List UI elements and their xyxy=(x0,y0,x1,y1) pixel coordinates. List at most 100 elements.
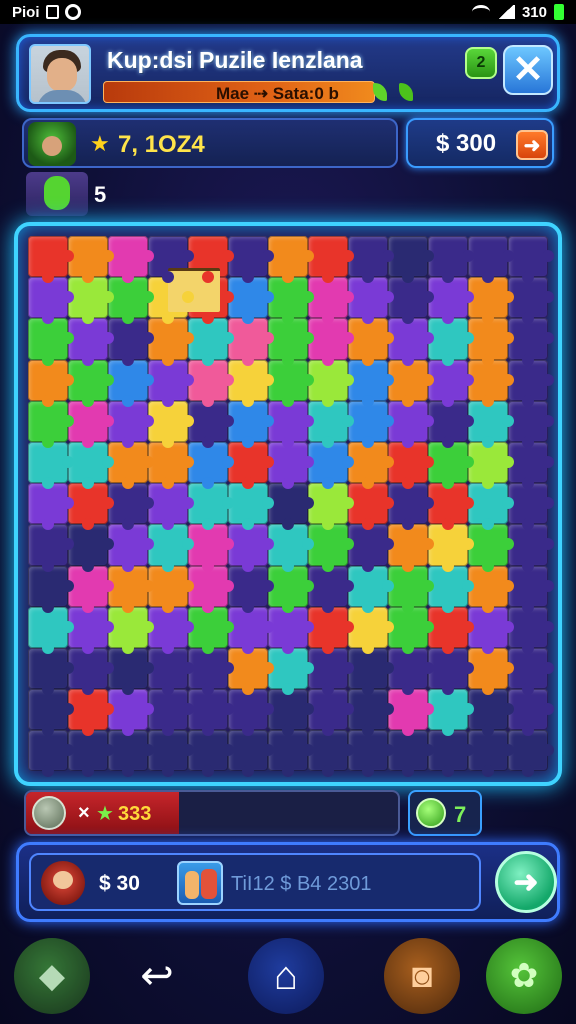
puzzle-piece[interactable] xyxy=(308,318,354,366)
puzzle-piece[interactable] xyxy=(508,647,554,696)
puzzle-piece[interactable] xyxy=(228,647,274,696)
puzzle-piece[interactable] xyxy=(68,400,114,449)
puzzle-piece[interactable] xyxy=(388,359,434,407)
puzzle-piece[interactable] xyxy=(388,647,434,696)
puzzle-piece[interactable] xyxy=(148,318,194,366)
puzzle-piece[interactable] xyxy=(308,606,354,655)
puzzle-piece[interactable] xyxy=(308,359,354,407)
puzzle-piece[interactable] xyxy=(68,318,114,366)
puzzle-piece[interactable] xyxy=(28,236,74,284)
settings-button[interactable]: ✿ xyxy=(486,938,562,1014)
puzzle-piece[interactable] xyxy=(308,524,354,572)
puzzle-piece[interactable] xyxy=(308,689,354,737)
puzzle-piece[interactable] xyxy=(468,400,514,449)
puzzle-piece[interactable] xyxy=(428,318,474,366)
puzzle-board[interactable] xyxy=(14,222,562,786)
puzzle-piece[interactable] xyxy=(348,441,394,490)
puzzle-piece[interactable] xyxy=(68,236,114,284)
home-button[interactable]: ⌂ xyxy=(248,938,324,1014)
puzzle-piece[interactable] xyxy=(468,483,514,531)
puzzle-piece[interactable] xyxy=(508,359,554,407)
go-button[interactable]: ➜ xyxy=(495,851,557,913)
puzzle-piece[interactable] xyxy=(468,647,514,696)
puzzle-piece[interactable] xyxy=(108,689,154,737)
puzzle-piece[interactable] xyxy=(68,730,114,778)
puzzle-piece[interactable] xyxy=(468,277,514,325)
puzzle-piece[interactable] xyxy=(148,400,194,449)
puzzle-piece[interactable] xyxy=(148,524,194,572)
puzzle-piece[interactable] xyxy=(388,483,434,531)
puzzle-piece[interactable] xyxy=(388,565,434,613)
puzzle-piece[interactable] xyxy=(148,730,194,778)
puzzle-piece[interactable] xyxy=(308,483,354,531)
puzzle-piece[interactable] xyxy=(148,647,194,696)
puzzle-piece[interactable] xyxy=(428,730,474,778)
puzzle-piece[interactable] xyxy=(268,236,314,284)
puzzle-piece[interactable] xyxy=(108,318,154,366)
puzzle-piece[interactable] xyxy=(388,606,434,655)
puzzle-piece[interactable] xyxy=(468,318,514,366)
puzzle-piece[interactable] xyxy=(508,277,554,325)
player-avatar[interactable] xyxy=(29,44,91,104)
puzzle-piece[interactable] xyxy=(228,565,274,613)
puzzle-piece[interactable] xyxy=(68,689,114,737)
puzzle-piece[interactable] xyxy=(268,689,314,737)
puzzle-piece[interactable] xyxy=(228,524,274,572)
puzzle-piece[interactable] xyxy=(148,606,194,655)
puzzle-piece[interactable] xyxy=(108,606,154,655)
puzzle-piece[interactable] xyxy=(68,483,114,531)
puzzle-piece[interactable] xyxy=(428,524,474,572)
puzzle-piece[interactable] xyxy=(148,483,194,531)
puzzle-piece[interactable] xyxy=(108,236,154,284)
puzzle-piece[interactable] xyxy=(188,400,234,449)
puzzle-piece[interactable] xyxy=(28,647,74,696)
close-button[interactable]: ✕ xyxy=(503,45,553,95)
puzzle-piece[interactable] xyxy=(228,689,274,737)
puzzle-piece[interactable] xyxy=(28,441,74,490)
puzzle-piece[interactable] xyxy=(188,359,234,407)
puzzle-piece[interactable] xyxy=(428,647,474,696)
puzzle-piece[interactable] xyxy=(308,400,354,449)
puzzle-piece[interactable] xyxy=(348,565,394,613)
puzzle-piece[interactable] xyxy=(388,277,434,325)
puzzle-piece[interactable] xyxy=(148,359,194,407)
puzzle-piece[interactable] xyxy=(28,689,74,737)
puzzle-piece[interactable] xyxy=(388,689,434,737)
puzzle-piece[interactable] xyxy=(68,277,114,325)
puzzle-piece[interactable] xyxy=(28,318,74,366)
puzzle-piece[interactable] xyxy=(228,730,274,778)
puzzle-piece[interactable] xyxy=(268,318,314,366)
puzzle-piece[interactable] xyxy=(308,441,354,490)
puzzle-piece[interactable] xyxy=(228,318,274,366)
puzzle-piece[interactable] xyxy=(308,647,354,696)
puzzle-piece[interactable] xyxy=(28,359,74,407)
puzzle-piece[interactable] xyxy=(228,441,274,490)
camera-button[interactable]: ◙ xyxy=(384,938,460,1014)
puzzle-piece[interactable] xyxy=(388,441,434,490)
puzzle-piece[interactable] xyxy=(188,647,234,696)
puzzle-piece[interactable] xyxy=(388,524,434,572)
puzzle-piece[interactable] xyxy=(468,359,514,407)
character-icon[interactable] xyxy=(41,861,85,905)
puzzle-piece[interactable] xyxy=(28,606,74,655)
puzzle-piece[interactable] xyxy=(268,606,314,655)
puzzle-piece[interactable] xyxy=(308,730,354,778)
puzzle-piece[interactable] xyxy=(188,730,234,778)
puzzle-piece[interactable] xyxy=(268,524,314,572)
puzzle-piece[interactable] xyxy=(68,606,114,655)
puzzle-piece[interactable] xyxy=(268,483,314,531)
puzzle-piece[interactable] xyxy=(508,689,554,737)
puzzle-piece[interactable] xyxy=(348,606,394,655)
money-panel[interactable]: $ 300 ➜ xyxy=(406,118,554,168)
puzzle-piece[interactable] xyxy=(68,441,114,490)
puzzle-piece[interactable] xyxy=(348,277,394,325)
puzzle-piece[interactable] xyxy=(428,689,474,737)
puzzle-piece[interactable] xyxy=(188,689,234,737)
puzzle-piece[interactable] xyxy=(68,565,114,613)
puzzle-piece[interactable] xyxy=(228,606,274,655)
puzzle-piece[interactable] xyxy=(108,441,154,490)
puzzle-piece[interactable] xyxy=(188,441,234,490)
puzzle-piece[interactable] xyxy=(268,647,314,696)
puzzle-piece[interactable] xyxy=(308,277,354,325)
puzzle-piece[interactable] xyxy=(68,524,114,572)
